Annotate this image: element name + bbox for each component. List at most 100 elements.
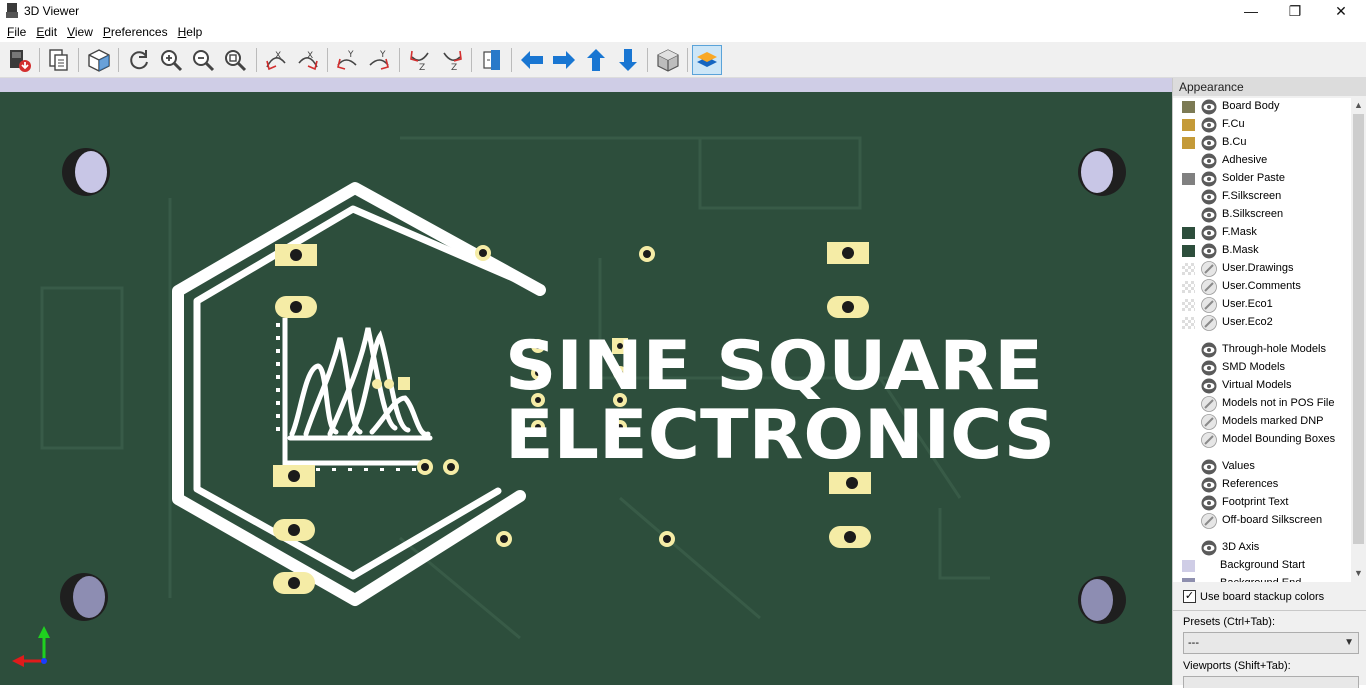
pan-down-icon[interactable]	[613, 45, 643, 75]
export-image-icon[interactable]	[5, 45, 35, 75]
eye-icon[interactable]	[1201, 225, 1217, 241]
color-swatch[interactable]	[1182, 317, 1195, 329]
color-swatch[interactable]	[1182, 119, 1195, 131]
layer-row[interactable]: B.Mask	[1173, 242, 1351, 260]
layer-row[interactable]: User.Eco1	[1173, 296, 1351, 314]
eye-hidden-icon[interactable]	[1201, 414, 1217, 430]
eye-icon[interactable]	[1201, 342, 1217, 358]
eye-icon[interactable]	[1201, 135, 1217, 151]
menu-view[interactable]: View	[62, 22, 98, 42]
use-stackup-checkbox[interactable]: ✓ Use board stackup colors	[1183, 590, 1324, 603]
presets-select[interactable]: --- ▼	[1183, 632, 1359, 654]
layer-row[interactable]: Values	[1173, 458, 1351, 476]
viewports-select[interactable]	[1183, 676, 1359, 688]
color-swatch[interactable]	[1182, 173, 1195, 185]
layer-row[interactable]: Models not in POS File	[1173, 395, 1351, 413]
eye-hidden-icon[interactable]	[1201, 315, 1217, 331]
scroll-down-icon[interactable]: ▼	[1351, 566, 1366, 580]
render-toggle-icon[interactable]	[84, 45, 114, 75]
layer-row[interactable]: Virtual Models	[1173, 377, 1351, 395]
eye-icon[interactable]	[1201, 360, 1217, 376]
layer-row[interactable]: Models marked DNP	[1173, 413, 1351, 431]
close-button[interactable]: ✕	[1318, 0, 1364, 22]
rotate-x-ccw-icon[interactable]: X	[293, 45, 323, 75]
zoom-in-icon[interactable]	[156, 45, 186, 75]
scroll-up-icon[interactable]: ▲	[1351, 98, 1366, 112]
menu-help[interactable]: Help	[173, 22, 208, 42]
color-swatch[interactable]	[1182, 263, 1195, 275]
layer-row[interactable]: User.Drawings	[1173, 260, 1351, 278]
3d-viewport[interactable]: SINE SQUARE ELECTRONICS	[0, 78, 1172, 685]
flip-board-icon[interactable]	[477, 45, 507, 75]
layer-row[interactable]: Off-board Silkscreen	[1173, 512, 1351, 530]
pan-left-icon[interactable]	[517, 45, 547, 75]
layer-row[interactable]: 3D Axis	[1173, 539, 1351, 557]
eye-icon[interactable]	[1201, 207, 1217, 223]
eye-hidden-icon[interactable]	[1201, 297, 1217, 313]
layer-row[interactable]: Model Bounding Boxes	[1173, 431, 1351, 449]
color-swatch[interactable]	[1182, 560, 1195, 572]
layer-list-scrollbar[interactable]: ▲ ▼	[1351, 98, 1366, 582]
layer-row[interactable]: Background End	[1173, 575, 1351, 582]
eye-icon[interactable]	[1201, 495, 1217, 511]
eye-hidden-icon[interactable]	[1201, 513, 1217, 529]
eye-icon[interactable]	[1201, 117, 1217, 133]
menu-bar: File Edit View Preferences Help	[0, 22, 1366, 42]
layer-row[interactable]: F.Mask	[1173, 224, 1351, 242]
layer-row[interactable]: User.Eco2	[1173, 314, 1351, 332]
color-swatch[interactable]	[1182, 281, 1195, 293]
reload-icon[interactable]	[124, 45, 154, 75]
copy-to-clipboard-icon[interactable]	[44, 45, 74, 75]
restore-button[interactable]: ❐	[1272, 0, 1318, 22]
eye-icon[interactable]	[1201, 153, 1217, 169]
layer-row[interactable]: Solder Paste	[1173, 170, 1351, 188]
zoom-out-icon[interactable]	[188, 45, 218, 75]
layer-row[interactable]: SMD Models	[1173, 359, 1351, 377]
eye-hidden-icon[interactable]	[1201, 279, 1217, 295]
layer-row[interactable]: Adhesive	[1173, 152, 1351, 170]
eye-icon[interactable]	[1201, 171, 1217, 187]
layer-row[interactable]: References	[1173, 476, 1351, 494]
color-swatch[interactable]	[1182, 101, 1195, 113]
orthographic-icon[interactable]	[653, 45, 683, 75]
menu-edit[interactable]: Edit	[31, 22, 62, 42]
rotate-z-ccw-icon[interactable]: Z	[437, 45, 467, 75]
checkbox-icon[interactable]: ✓	[1183, 590, 1196, 603]
layer-row[interactable]: F.Silkscreen	[1173, 188, 1351, 206]
rotate-x-cw-icon[interactable]: X	[261, 45, 291, 75]
layer-row[interactable]: Through-hole Models	[1173, 341, 1351, 359]
layer-row[interactable]: Footprint Text	[1173, 494, 1351, 512]
eye-icon[interactable]	[1201, 459, 1217, 475]
color-swatch[interactable]	[1182, 245, 1195, 257]
color-swatch[interactable]	[1182, 578, 1195, 582]
pan-right-icon[interactable]	[549, 45, 579, 75]
layer-row[interactable]: B.Silkscreen	[1173, 206, 1351, 224]
rotate-z-cw-icon[interactable]: Z	[405, 45, 435, 75]
eye-icon[interactable]	[1201, 99, 1217, 115]
eye-hidden-icon[interactable]	[1201, 396, 1217, 412]
pan-up-icon[interactable]	[581, 45, 611, 75]
layer-row[interactable]: Background Start	[1173, 557, 1351, 575]
layer-row[interactable]: F.Cu	[1173, 116, 1351, 134]
eye-hidden-icon[interactable]	[1201, 432, 1217, 448]
eye-icon[interactable]	[1201, 243, 1217, 259]
eye-icon[interactable]	[1201, 189, 1217, 205]
rotate-y-ccw-icon[interactable]: Y	[364, 45, 394, 75]
rotate-y-cw-icon[interactable]: Y	[332, 45, 362, 75]
color-swatch[interactable]	[1182, 299, 1195, 311]
menu-file[interactable]: File	[2, 22, 31, 42]
toggle-layers-icon[interactable]	[692, 45, 722, 75]
layer-row[interactable]: B.Cu	[1173, 134, 1351, 152]
eye-hidden-icon[interactable]	[1201, 261, 1217, 277]
zoom-fit-icon[interactable]	[220, 45, 250, 75]
minimize-button[interactable]: —	[1228, 0, 1274, 22]
menu-preferences[interactable]: Preferences	[98, 22, 173, 42]
scroll-thumb[interactable]	[1353, 114, 1364, 544]
eye-icon[interactable]	[1201, 540, 1217, 556]
color-swatch[interactable]	[1182, 137, 1195, 149]
layer-row[interactable]: User.Comments	[1173, 278, 1351, 296]
color-swatch[interactable]	[1182, 227, 1195, 239]
layer-row[interactable]: Board Body	[1173, 98, 1351, 116]
eye-icon[interactable]	[1201, 477, 1217, 493]
eye-icon[interactable]	[1201, 378, 1217, 394]
